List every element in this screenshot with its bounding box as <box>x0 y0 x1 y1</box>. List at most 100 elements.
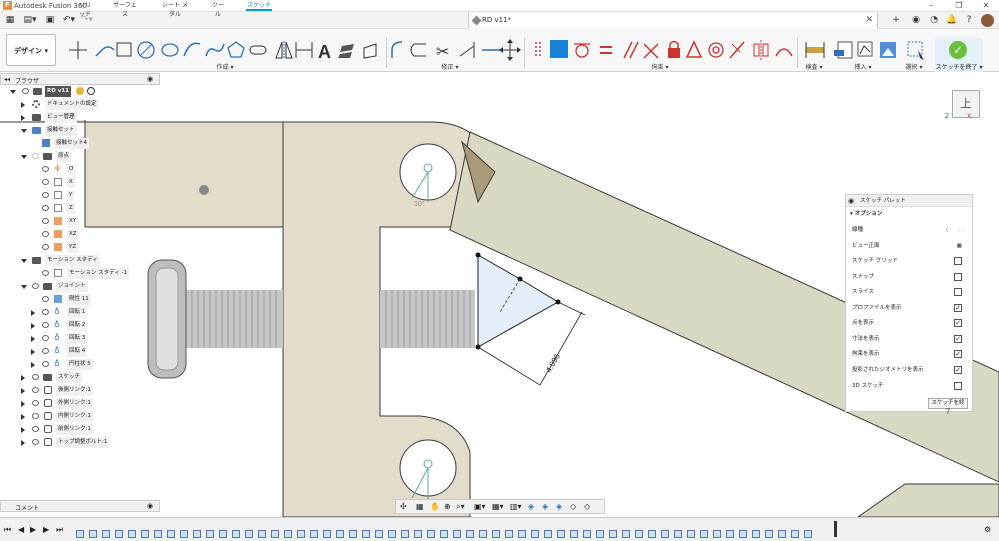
visibility-eye-icon[interactable] <box>32 374 39 380</box>
insert-dxf-icon[interactable] <box>834 41 853 59</box>
visibility-eye-icon[interactable] <box>42 166 49 172</box>
measure-tool-icon[interactable] <box>805 42 825 58</box>
options-section-header[interactable]: ▾ オプション <box>850 209 882 217</box>
notifications-bell-icon[interactable]: 🔔 <box>946 14 958 27</box>
timeline-feature-icon[interactable] <box>102 530 110 538</box>
timeline-feature-icon[interactable] <box>219 530 227 538</box>
pan-hand-icon[interactable]: ✋ <box>430 502 440 511</box>
timeline-feature-icon[interactable] <box>804 530 812 538</box>
expand-icon[interactable] <box>21 427 25 433</box>
construction-icon[interactable]: ⟨ <box>946 223 948 237</box>
snap-checkbox[interactable] <box>954 273 962 281</box>
timeline-feature-icon[interactable] <box>596 530 604 538</box>
timeline-feature-icon[interactable] <box>362 530 370 538</box>
timeline-feature-icon[interactable] <box>726 530 734 538</box>
look-at-icon[interactable]: ▦ <box>957 239 962 253</box>
project-tool-icon[interactable] <box>363 43 377 59</box>
polygon-tool-icon[interactable] <box>227 41 245 58</box>
timeline-feature-icon[interactable] <box>336 530 344 538</box>
timeline-feature-icon[interactable] <box>505 530 513 538</box>
trim-tool-icon[interactable]: ✂ <box>436 42 449 61</box>
slot-tool-icon[interactable] <box>249 45 267 55</box>
expand-icon[interactable] <box>21 375 25 381</box>
timeline-feature-icon[interactable] <box>791 530 799 538</box>
timeline-prev-icon[interactable]: ◀ <box>18 525 24 534</box>
option-look-at[interactable]: ビュー正面 ▦ <box>852 239 968 253</box>
undo-icon[interactable]: ↶▾ <box>62 14 76 27</box>
close-window-button[interactable]: ✕ <box>973 0 999 12</box>
expand-icon[interactable] <box>21 388 25 394</box>
user-avatar[interactable] <box>981 14 994 27</box>
expand-icon[interactable] <box>21 115 25 121</box>
visibility-eye-icon[interactable] <box>42 192 49 198</box>
option-linetype[interactable]: 線種 ⟨ ⬚ <box>852 223 968 237</box>
expand-icon[interactable] <box>31 362 35 368</box>
timeline-feature-icon[interactable] <box>622 530 630 538</box>
select-group-label[interactable]: 選択 ▾ <box>903 62 925 71</box>
timeline-feature-icon[interactable] <box>700 530 708 538</box>
construction-linetype-icon[interactable] <box>535 42 541 58</box>
visibility-eye-icon[interactable] <box>42 296 49 302</box>
timeline-feature-icon[interactable] <box>492 530 500 538</box>
expand-icon[interactable] <box>21 129 27 136</box>
visibility-eye-icon[interactable] <box>32 387 39 393</box>
visibility-eye-icon[interactable] <box>22 88 29 94</box>
visibility-eye-icon[interactable] <box>42 205 49 211</box>
timeline-feature-icon[interactable] <box>661 530 669 538</box>
tangent-arc-tool-icon[interactable] <box>95 46 115 57</box>
fix-unfix-icon[interactable] <box>550 40 568 58</box>
sketch-palette-header[interactable]: スケッチ パレット <box>846 195 972 207</box>
timeline-feature-icon[interactable] <box>713 530 721 538</box>
visibility-eye-icon[interactable] <box>42 231 49 237</box>
timeline-feature-icon[interactable] <box>479 530 487 538</box>
expand-icon[interactable] <box>21 285 27 292</box>
finish-sketch-button[interactable]: ✓ スケッチを終了 ▾ <box>935 38 983 72</box>
timeline-feature-icon[interactable] <box>89 530 97 538</box>
canvas-image-icon[interactable] <box>880 42 896 58</box>
symmetry-constraint-icon[interactable] <box>753 40 769 60</box>
window-select-icon[interactable] <box>907 41 924 60</box>
expand-icon[interactable] <box>21 155 27 162</box>
timeline-feature-icon[interactable] <box>557 530 565 538</box>
option-show-profile[interactable]: プロファイルを表示 ✓ <box>852 301 968 315</box>
tab-sheet-metal[interactable]: シート メタル <box>160 1 190 18</box>
visibility-eye-icon[interactable] <box>42 270 49 276</box>
option-show-dimensions[interactable]: 寸法を表示 ✓ <box>852 332 968 346</box>
arc-tool-icon[interactable] <box>183 42 201 57</box>
equal-constraint-icon[interactable] <box>600 46 612 54</box>
text-tool-icon[interactable]: A <box>318 42 331 62</box>
appearance-view-icon[interactable]: ◈ <box>556 502 562 511</box>
expand-icon[interactable] <box>31 336 35 342</box>
visibility-eye-icon[interactable] <box>42 361 49 367</box>
visibility-eye-icon[interactable] <box>32 439 39 445</box>
mirror-tool-icon[interactable] <box>275 41 293 59</box>
option-sketch-grid[interactable]: スケッチ グリッド <box>852 254 968 268</box>
show-projected-checkbox[interactable]: ✓ <box>954 366 962 374</box>
save-icon[interactable]: ▣ <box>44 14 56 27</box>
timeline-feature-icon[interactable] <box>778 530 786 538</box>
timeline-feature-icon[interactable] <box>167 530 175 538</box>
help-icon[interactable]: ? <box>963 14 975 27</box>
timeline-feature-icon[interactable] <box>752 530 760 538</box>
insert-group-label[interactable]: 挿入 ▾ <box>850 62 876 71</box>
constraints-group-label[interactable]: 拘束 ▾ <box>640 62 680 71</box>
timeline-feature-icon[interactable] <box>466 530 474 538</box>
move-copy-tool-icon[interactable] <box>499 39 521 61</box>
show-constraints-checkbox[interactable]: ✓ <box>954 350 962 358</box>
timeline-feature-icon[interactable] <box>531 530 539 538</box>
browser-panel-header[interactable]: ◂◂ ブラウザ ◉ <box>0 73 160 85</box>
tab-solid[interactable]: ソリッド <box>77 1 93 18</box>
timeline-end-icon[interactable]: ⏭ <box>56 525 63 535</box>
fit-icon[interactable]: ⌕▾ <box>456 502 465 512</box>
offset-tool-icon[interactable] <box>410 43 426 57</box>
timeline-play-icon[interactable]: ▶ <box>30 525 36 534</box>
visibility-eye-icon[interactable] <box>42 179 49 185</box>
3d-sketch-checkbox[interactable] <box>954 382 962 390</box>
rectangle-tool-icon[interactable] <box>116 42 132 57</box>
timeline-feature-icon[interactable] <box>76 530 84 538</box>
visual-style-icon[interactable]: ◇ <box>570 502 576 511</box>
expand-icon[interactable] <box>31 323 35 329</box>
dimension-text[interactable]: 4.096 <box>544 352 562 374</box>
timeline-feature-icon[interactable] <box>193 530 201 538</box>
timeline-feature-icon[interactable] <box>271 530 279 538</box>
